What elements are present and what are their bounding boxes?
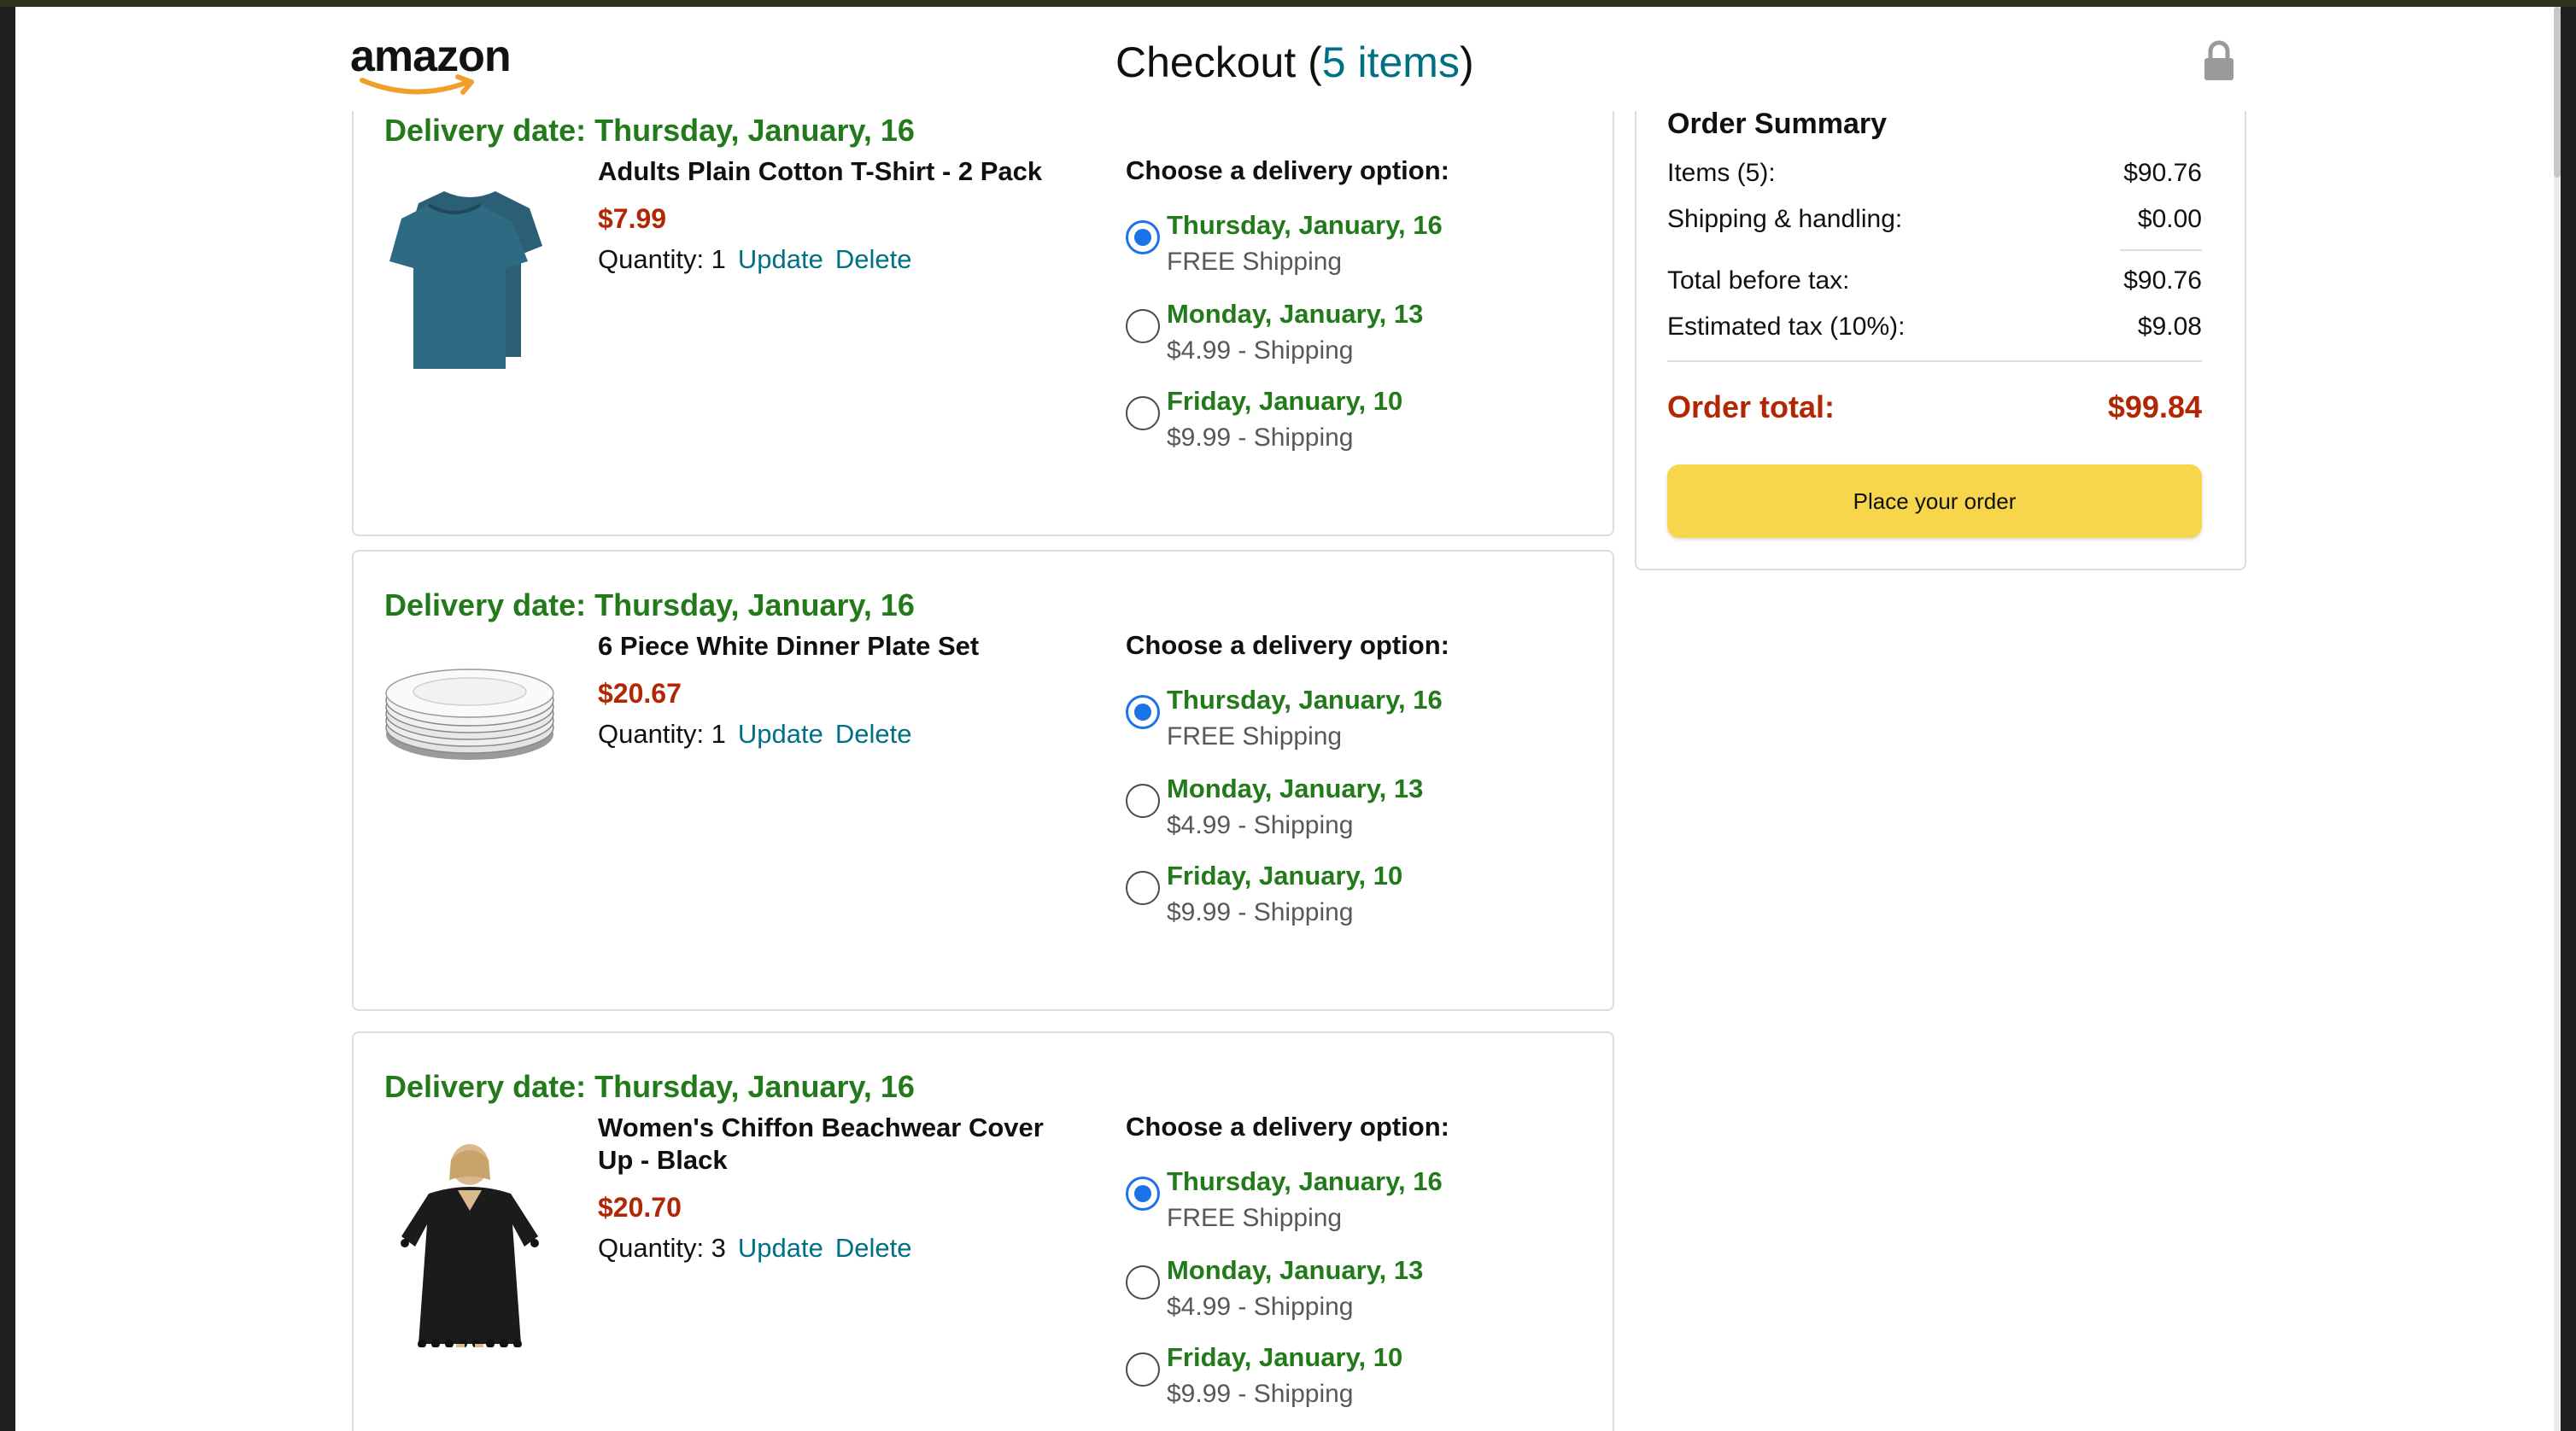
delivery-date-heading: Delivery date: Thursday, January, 16 [384, 587, 915, 622]
product-image-plates[interactable] [384, 661, 555, 849]
order-card: Delivery date: Thursday, January, 16 6 P… [352, 550, 1614, 1011]
delivery-option-heading: Choose a delivery option: [1126, 155, 1449, 185]
summary-tax-value: $9.08 [2137, 312, 2202, 341]
product-name[interactable]: 6 Piece White Dinner Plate Set [598, 630, 1085, 663]
delivery-date-heading: Delivery date: Thursday, January, 16 [384, 1069, 915, 1104]
scrollbar-track[interactable] [2554, 7, 2561, 1431]
summary-shipping-value: $0.00 [2137, 205, 2202, 233]
radio-selected[interactable] [1126, 220, 1160, 254]
radio-unselected[interactable] [1126, 1352, 1160, 1387]
order-summary-title: Order Summary [1667, 108, 1887, 140]
quantity-row: Quantity: 1 Update Delete [598, 719, 912, 750]
radio-unselected[interactable] [1126, 871, 1160, 905]
quantity-label: Quantity: 1 [598, 719, 726, 749]
delivery-option-heading: Choose a delivery option: [1126, 630, 1449, 660]
option-date: Thursday, January, 16 [1167, 1166, 1443, 1196]
checkout-header: amazon Checkout (5 items) [15, 7, 2545, 111]
lock-icon [2204, 40, 2234, 80]
amazon-smile-icon [360, 74, 474, 95]
option-shipping: FREE Shipping [1167, 248, 1343, 276]
summary-before-tax-label: Total before tax: [1667, 266, 1850, 295]
quantity-row: Quantity: 1 Update Delete [598, 244, 912, 275]
radio-unselected[interactable] [1126, 309, 1160, 343]
option-date: Thursday, January, 16 [1167, 685, 1443, 715]
option-shipping: $9.99 - Shipping [1167, 1380, 1354, 1408]
radio-selected[interactable] [1126, 695, 1160, 729]
delivery-option[interactable]: Monday, January, 13 $4.99 - Shipping [1126, 299, 1604, 381]
update-link[interactable]: Update [738, 1233, 823, 1263]
order-total-label: Order total: [1667, 389, 1835, 424]
option-date: Monday, January, 13 [1167, 299, 1424, 329]
checkout-page: amazon Checkout (5 items) Delivery date:… [15, 7, 2561, 1431]
item-count-link[interactable]: 5 items [1322, 38, 1460, 86]
option-date: Thursday, January, 16 [1167, 210, 1443, 240]
delivery-option-heading: Choose a delivery option: [1126, 1112, 1449, 1142]
option-date: Friday, January, 10 [1167, 861, 1403, 891]
option-shipping: FREE Shipping [1167, 722, 1343, 751]
delivery-option[interactable]: Friday, January, 10 $9.99 - Shipping [1126, 386, 1604, 468]
summary-tax-label: Estimated tax (10%): [1667, 312, 1906, 341]
option-date: Monday, January, 13 [1167, 774, 1424, 803]
delivery-option[interactable]: Thursday, January, 16 FREE Shipping [1126, 210, 1604, 292]
page-title: Checkout (5 items) [1115, 34, 1474, 91]
delivery-option[interactable]: Thursday, January, 16 FREE Shipping [1126, 685, 1604, 767]
option-date: Friday, January, 10 [1167, 1342, 1403, 1372]
quantity-row: Quantity: 3 Update Delete [598, 1233, 912, 1264]
summary-divider [1667, 360, 2202, 362]
radio-unselected[interactable] [1126, 784, 1160, 818]
delivery-option[interactable]: Monday, January, 13 $4.99 - Shipping [1126, 1255, 1604, 1337]
summary-items-value: $90.76 [2123, 159, 2202, 187]
delete-link[interactable]: Delete [835, 1233, 912, 1263]
window-top-strip [0, 0, 2576, 7]
order-summary-panel: Order Summary Items (5): $90.76 Shipping… [1635, 101, 2246, 570]
order-total-value: $99.84 [2107, 389, 2202, 424]
product-price: $20.67 [598, 678, 682, 709]
option-date: Friday, January, 10 [1167, 386, 1403, 416]
order-card: Delivery date: Thursday, January, 16 Adu… [352, 84, 1614, 536]
delivery-option[interactable]: Thursday, January, 16 FREE Shipping [1126, 1166, 1604, 1248]
delivery-option[interactable]: Monday, January, 13 $4.99 - Shipping [1126, 774, 1604, 856]
delete-link[interactable]: Delete [835, 719, 912, 749]
delivery-option[interactable]: Friday, January, 10 $9.99 - Shipping [1126, 861, 1604, 943]
product-image-tshirt[interactable] [384, 186, 555, 374]
update-link[interactable]: Update [738, 719, 823, 749]
order-card: Delivery date: Thursday, January, 16 Wom… [352, 1031, 1614, 1431]
product-price: $7.99 [598, 203, 667, 234]
delete-link[interactable]: Delete [835, 244, 912, 274]
product-name[interactable]: Women's Chiffon Beachwear Cover Up - Bla… [598, 1112, 1085, 1177]
delivery-date-heading: Delivery date: Thursday, January, 16 [384, 113, 915, 148]
product-image-coverup[interactable] [384, 1142, 555, 1347]
radio-unselected[interactable] [1126, 1265, 1160, 1300]
option-shipping: $9.99 - Shipping [1167, 423, 1354, 452]
option-shipping: $4.99 - Shipping [1167, 1293, 1354, 1321]
option-shipping: $9.99 - Shipping [1167, 898, 1354, 926]
amazon-logo[interactable]: amazon [350, 31, 547, 99]
scrollbar-thumb[interactable] [2554, 7, 2561, 178]
option-shipping: $4.99 - Shipping [1167, 811, 1354, 839]
option-shipping: FREE Shipping [1167, 1204, 1343, 1232]
summary-before-tax-value: $90.76 [2123, 266, 2202, 295]
quantity-label: Quantity: 3 [598, 1233, 726, 1263]
option-shipping: $4.99 - Shipping [1167, 336, 1354, 365]
product-name[interactable]: Adults Plain Cotton T-Shirt - 2 Pack [598, 155, 1085, 188]
summary-items-label: Items (5): [1667, 159, 1776, 187]
quantity-label: Quantity: 1 [598, 244, 726, 274]
product-price: $20.70 [598, 1192, 682, 1223]
radio-unselected[interactable] [1126, 396, 1160, 430]
summary-divider-short [2120, 249, 2202, 251]
summary-shipping-label: Shipping & handling: [1667, 205, 1903, 233]
radio-selected[interactable] [1126, 1177, 1160, 1211]
place-order-button[interactable]: Place your order [1667, 464, 2202, 538]
title-suffix: ) [1459, 38, 1474, 86]
update-link[interactable]: Update [738, 244, 823, 274]
option-date: Monday, January, 13 [1167, 1255, 1424, 1285]
delivery-option[interactable]: Friday, January, 10 $9.99 - Shipping [1126, 1342, 1604, 1424]
title-prefix: Checkout ( [1115, 38, 1322, 86]
